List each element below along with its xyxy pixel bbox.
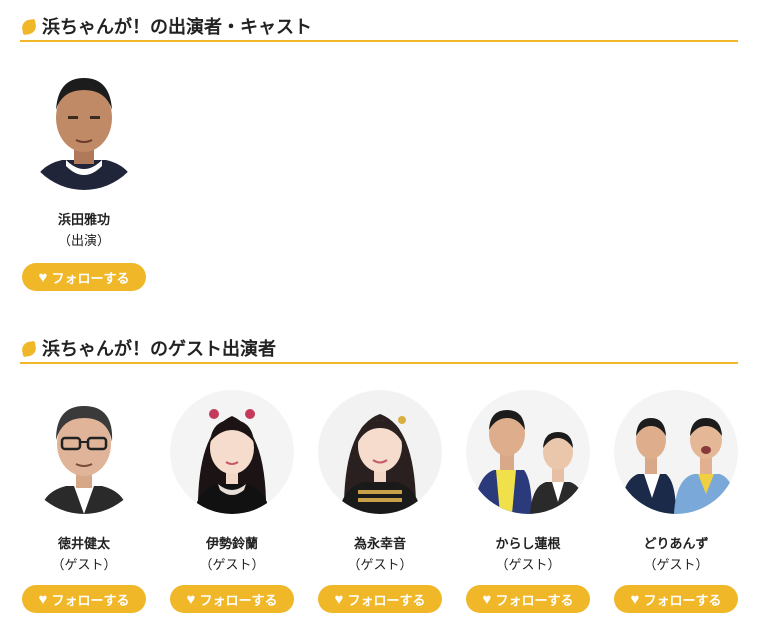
follow-label: フォローする [347,592,426,608]
follow-button[interactable]: ♥ フォローする [466,585,590,613]
person-role: （出演） [57,234,110,249]
avatar[interactable] [466,390,590,514]
avatar[interactable] [318,390,442,514]
person-role: （ゲスト） [495,558,561,573]
follow-label: フォローする [199,592,278,608]
person-role: （ゲスト） [199,558,265,573]
follow-label: フォローする [495,592,574,608]
heart-icon: ♥ [334,590,344,608]
leaf-bullet-icon [20,340,38,358]
avatar[interactable] [22,66,146,190]
avatar[interactable] [170,390,294,514]
leaf-bullet-icon [20,18,38,36]
follow-label: フォローする [51,592,130,608]
person-name: 浜田雅功 [57,213,110,228]
follow-button[interactable]: ♥ フォローする [170,585,294,613]
follow-label: フォローする [51,270,130,286]
person-role: （ゲスト） [347,558,413,573]
follow-button[interactable]: ♥ フォローする [22,263,146,291]
heart-icon: ♥ [38,590,48,608]
section-header-guests: 浜ちゃんが！のゲスト出演者 [20,330,738,364]
person-name: からし蓮根 [495,537,561,552]
person-role: （ゲスト） [51,558,117,573]
heart-icon: ♥ [38,268,48,286]
section-header-cast: 浜ちゃんが！の出演者・キャスト [20,8,738,42]
person-name: どりあんず [643,537,709,552]
heart-icon: ♥ [630,590,640,608]
avatar[interactable] [22,390,146,514]
person-name: 為永幸音 [353,537,406,552]
heart-icon: ♥ [482,590,492,608]
section-title-guests: 浜ちゃんが！のゲスト出演者 [42,339,276,360]
person-name: 徳井健太 [57,537,110,552]
person-name: 伊勢鈴蘭 [205,537,258,552]
guest-card: 伊勢鈴蘭 （ゲスト） [170,390,294,576]
heart-icon: ♥ [186,590,196,608]
follow-button[interactable]: ♥ フォローする [22,585,146,613]
guest-card: 徳井健太 （ゲスト） [22,390,146,576]
guest-card: からし蓮根 （ゲスト） [466,390,590,576]
follow-button[interactable]: ♥ フォローする [318,585,442,613]
follow-button[interactable]: ♥ フォローする [614,585,738,613]
avatar[interactable] [614,390,738,514]
person-role: （ゲスト） [643,558,709,573]
cast-card: 浜田雅功 （出演） [22,66,146,252]
guest-card: どりあんず （ゲスト） [614,390,738,576]
guest-card: 為永幸音 （ゲスト） [318,390,442,576]
section-title-cast: 浜ちゃんが！の出演者・キャスト [42,17,312,38]
follow-label: フォローする [643,592,722,608]
